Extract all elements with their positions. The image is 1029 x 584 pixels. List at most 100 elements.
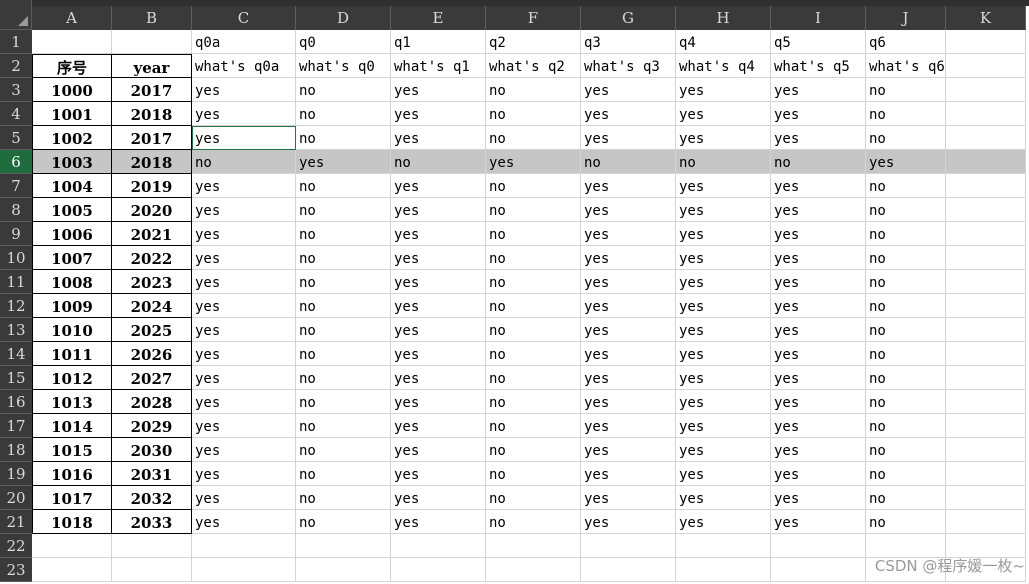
cell-e20[interactable]: yes xyxy=(391,486,486,510)
cell-c8[interactable]: yes xyxy=(192,198,296,222)
cell-k17[interactable] xyxy=(946,414,1026,438)
cell-c3[interactable]: yes xyxy=(192,78,296,102)
cell-c7[interactable]: yes xyxy=(192,174,296,198)
cell-a21[interactable]: 1018 xyxy=(32,510,112,534)
cell-i14[interactable]: yes xyxy=(771,342,866,366)
cell-h11[interactable]: yes xyxy=(676,270,771,294)
row-header-18[interactable]: 18 xyxy=(0,438,32,462)
cell-h3[interactable]: yes xyxy=(676,78,771,102)
cell-a12[interactable]: 1009 xyxy=(32,294,112,318)
cell-g12[interactable]: yes xyxy=(581,294,676,318)
cell-a9[interactable]: 1006 xyxy=(32,222,112,246)
cell-h18[interactable]: yes xyxy=(676,438,771,462)
cell-i12[interactable]: yes xyxy=(771,294,866,318)
cell-b9[interactable]: 2021 xyxy=(112,222,192,246)
cell-h7[interactable]: yes xyxy=(676,174,771,198)
cell-h13[interactable]: yes xyxy=(676,318,771,342)
cell-g11[interactable]: yes xyxy=(581,270,676,294)
cell-e18[interactable]: yes xyxy=(391,438,486,462)
cell-i23[interactable] xyxy=(771,558,866,582)
cell-f10[interactable]: no xyxy=(486,246,581,270)
column-header-k[interactable]: K xyxy=(946,6,1026,30)
cell-i16[interactable]: yes xyxy=(771,390,866,414)
cell-b18[interactable]: 2030 xyxy=(112,438,192,462)
cell-b14[interactable]: 2026 xyxy=(112,342,192,366)
cell-b22[interactable] xyxy=(112,534,192,558)
cell-g9[interactable]: yes xyxy=(581,222,676,246)
cell-b16[interactable]: 2028 xyxy=(112,390,192,414)
cell-j13[interactable]: no xyxy=(866,318,946,342)
cell-d9[interactable]: no xyxy=(296,222,391,246)
cell-k15[interactable] xyxy=(946,366,1026,390)
cell-f22[interactable] xyxy=(486,534,581,558)
cell-c23[interactable] xyxy=(192,558,296,582)
cell-k9[interactable] xyxy=(946,222,1026,246)
cell-b15[interactable]: 2027 xyxy=(112,366,192,390)
cell-k3[interactable] xyxy=(946,78,1026,102)
column-header-e[interactable]: E xyxy=(391,6,486,30)
cell-g3[interactable]: yes xyxy=(581,78,676,102)
row-header-16[interactable]: 16 xyxy=(0,390,32,414)
cell-j8[interactable]: no xyxy=(866,198,946,222)
cell-e19[interactable]: yes xyxy=(391,462,486,486)
cell-f13[interactable]: no xyxy=(486,318,581,342)
cell-c5[interactable]: yes xyxy=(192,126,296,150)
cell-c20[interactable]: yes xyxy=(192,486,296,510)
row-header-9[interactable]: 9 xyxy=(0,222,32,246)
cell-d13[interactable]: no xyxy=(296,318,391,342)
row-header-8[interactable]: 8 xyxy=(0,198,32,222)
cell-a11[interactable]: 1008 xyxy=(32,270,112,294)
cell-k16[interactable] xyxy=(946,390,1026,414)
row-header-17[interactable]: 17 xyxy=(0,414,32,438)
cell-b8[interactable]: 2020 xyxy=(112,198,192,222)
cell-e9[interactable]: yes xyxy=(391,222,486,246)
cell-b6[interactable]: 2018 xyxy=(112,150,192,174)
row-header-21[interactable]: 21 xyxy=(0,510,32,534)
cell-d23[interactable] xyxy=(296,558,391,582)
cell-e22[interactable] xyxy=(391,534,486,558)
cell-h17[interactable]: yes xyxy=(676,414,771,438)
row-header-11[interactable]: 11 xyxy=(0,270,32,294)
cell-d2[interactable]: what's q0 xyxy=(296,54,391,78)
cell-b11[interactable]: 2023 xyxy=(112,270,192,294)
cell-e6[interactable]: no xyxy=(391,150,486,174)
cell-h12[interactable]: yes xyxy=(676,294,771,318)
cell-j3[interactable]: no xyxy=(866,78,946,102)
cell-f1[interactable]: q2 xyxy=(486,30,581,54)
cell-b7[interactable]: 2019 xyxy=(112,174,192,198)
cell-f6[interactable]: yes xyxy=(486,150,581,174)
cell-a8[interactable]: 1005 xyxy=(32,198,112,222)
cell-k2[interactable] xyxy=(946,54,1026,78)
cell-f15[interactable]: no xyxy=(486,366,581,390)
cell-i9[interactable]: yes xyxy=(771,222,866,246)
cell-h19[interactable]: yes xyxy=(676,462,771,486)
cell-b19[interactable]: 2031 xyxy=(112,462,192,486)
cell-d19[interactable]: no xyxy=(296,462,391,486)
cell-j4[interactable]: no xyxy=(866,102,946,126)
cell-c22[interactable] xyxy=(192,534,296,558)
cell-c4[interactable]: yes xyxy=(192,102,296,126)
column-header-h[interactable]: H xyxy=(676,6,771,30)
row-header-22[interactable]: 22 xyxy=(0,534,32,558)
cell-k18[interactable] xyxy=(946,438,1026,462)
cell-d6[interactable]: yes xyxy=(296,150,391,174)
cell-d5[interactable]: no xyxy=(296,126,391,150)
cell-g13[interactable]: yes xyxy=(581,318,676,342)
cell-k21[interactable] xyxy=(946,510,1026,534)
cell-i22[interactable] xyxy=(771,534,866,558)
cell-h2[interactable]: what's q4 xyxy=(676,54,771,78)
cell-i10[interactable]: yes xyxy=(771,246,866,270)
cell-j10[interactable]: no xyxy=(866,246,946,270)
cell-j20[interactable]: no xyxy=(866,486,946,510)
cell-d18[interactable]: no xyxy=(296,438,391,462)
cell-k20[interactable] xyxy=(946,486,1026,510)
cell-g21[interactable]: yes xyxy=(581,510,676,534)
row-header-2[interactable]: 2 xyxy=(0,54,32,78)
cell-j15[interactable]: no xyxy=(866,366,946,390)
cell-f21[interactable]: no xyxy=(486,510,581,534)
cell-f9[interactable]: no xyxy=(486,222,581,246)
cell-a7[interactable]: 1004 xyxy=(32,174,112,198)
cell-f16[interactable]: no xyxy=(486,390,581,414)
cell-h23[interactable] xyxy=(676,558,771,582)
cell-i3[interactable]: yes xyxy=(771,78,866,102)
